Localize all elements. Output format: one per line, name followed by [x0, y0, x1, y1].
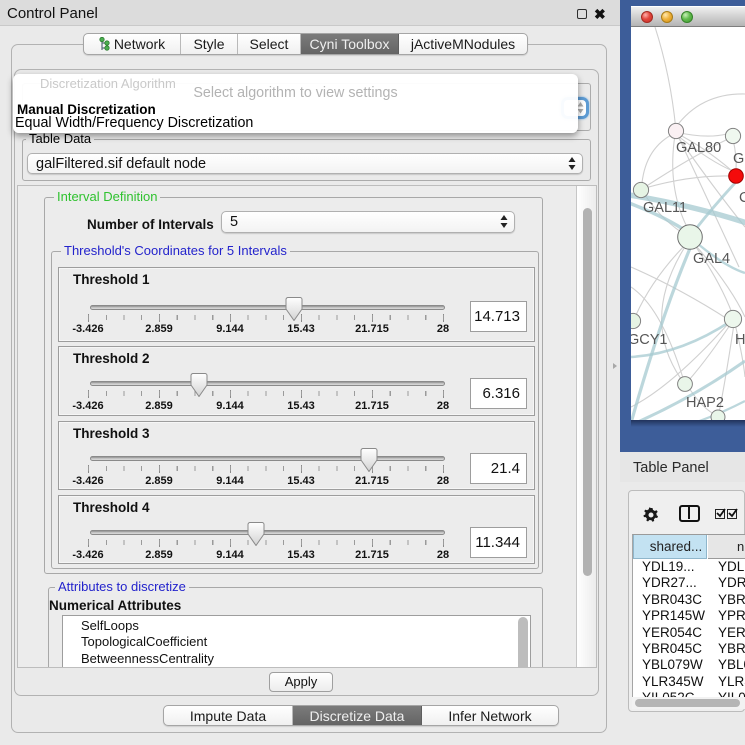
- svg-text:H: H: [735, 332, 745, 348]
- svg-text:HAP2: HAP2: [686, 395, 724, 411]
- svg-text:GAL4: GAL4: [693, 251, 730, 267]
- svg-text:GAL11: GAL11: [643, 200, 687, 216]
- svg-text:G.: G.: [733, 151, 745, 167]
- svg-text:C: C: [739, 190, 745, 206]
- svg-text:GCY1: GCY1: [631, 332, 668, 348]
- svg-text:GAL80: GAL80: [676, 140, 721, 156]
